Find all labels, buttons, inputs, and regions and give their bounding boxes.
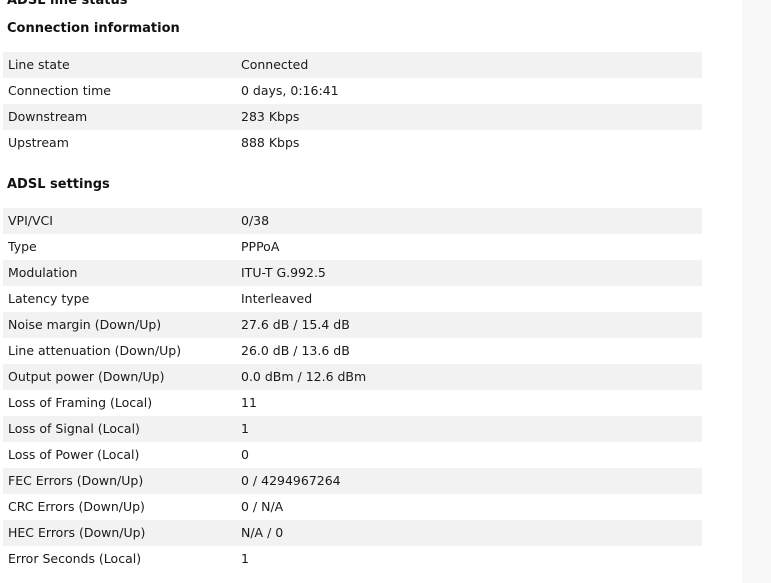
row-value: PPPoA bbox=[241, 234, 702, 260]
table-row: VPI/VCI 0/38 bbox=[3, 208, 702, 234]
table-row: Loss of Signal (Local) 1 bbox=[3, 416, 702, 442]
table-row: Noise margin (Down/Up) 27.6 dB / 15.4 dB bbox=[3, 312, 702, 338]
row-label: Noise margin (Down/Up) bbox=[3, 312, 241, 338]
status-panel: ADSL line status Connection information … bbox=[0, 0, 742, 583]
row-label: VPI/VCI bbox=[3, 208, 241, 234]
table-row: Upstream 888 Kbps bbox=[3, 130, 702, 156]
row-label: Error Seconds (Local) bbox=[3, 546, 241, 572]
table-row: Latency type Interleaved bbox=[3, 286, 702, 312]
row-value: 11 bbox=[241, 390, 702, 416]
row-value: 0/38 bbox=[241, 208, 702, 234]
row-value: ITU-T G.992.5 bbox=[241, 260, 702, 286]
row-value: 0 / N/A bbox=[241, 494, 702, 520]
section-heading-connection: Connection information bbox=[7, 21, 180, 36]
section-heading-adsl-settings: ADSL settings bbox=[7, 177, 110, 192]
row-value: 0.0 dBm / 12.6 dBm bbox=[241, 364, 702, 390]
table-row: Connection time 0 days, 0:16:41 bbox=[3, 78, 702, 104]
table-row: HEC Errors (Down/Up) N/A / 0 bbox=[3, 520, 702, 546]
connection-info-table: Line state Connected Connection time 0 d… bbox=[3, 52, 702, 156]
row-value: 26.0 dB / 13.6 dB bbox=[241, 338, 702, 364]
row-label: Upstream bbox=[3, 130, 241, 156]
table-row: Line state Connected bbox=[3, 52, 702, 78]
row-label: Downstream bbox=[3, 104, 241, 130]
row-label: CRC Errors (Down/Up) bbox=[3, 494, 241, 520]
row-label: Modulation bbox=[3, 260, 241, 286]
adsl-settings-table: VPI/VCI 0/38 Type PPPoA Modulation ITU-T… bbox=[3, 208, 702, 572]
row-label: Output power (Down/Up) bbox=[3, 364, 241, 390]
row-label: Loss of Power (Local) bbox=[3, 442, 241, 468]
table-row: Error Seconds (Local) 1 bbox=[3, 546, 702, 572]
row-value: 0 / 4294967264 bbox=[241, 468, 702, 494]
row-value: 0 bbox=[241, 442, 702, 468]
table-row: Loss of Framing (Local) 11 bbox=[3, 390, 702, 416]
row-label: HEC Errors (Down/Up) bbox=[3, 520, 241, 546]
page-title: ADSL line status bbox=[7, 0, 128, 8]
table-row: Type PPPoA bbox=[3, 234, 702, 260]
row-label: Line attenuation (Down/Up) bbox=[3, 338, 241, 364]
table-row: Line attenuation (Down/Up) 26.0 dB / 13.… bbox=[3, 338, 702, 364]
row-value: 1 bbox=[241, 416, 702, 442]
table-row: FEC Errors (Down/Up) 0 / 4294967264 bbox=[3, 468, 702, 494]
row-value: 1 bbox=[241, 546, 702, 572]
table-row: Output power (Down/Up) 0.0 dBm / 12.6 dB… bbox=[3, 364, 702, 390]
table-row: Downstream 283 Kbps bbox=[3, 104, 702, 130]
table-row: Loss of Power (Local) 0 bbox=[3, 442, 702, 468]
row-label: Line state bbox=[3, 52, 241, 78]
row-label: FEC Errors (Down/Up) bbox=[3, 468, 241, 494]
row-value: Connected bbox=[241, 52, 702, 78]
row-label: Connection time bbox=[3, 78, 241, 104]
page: ADSL line status Connection information … bbox=[0, 0, 771, 583]
row-value: N/A / 0 bbox=[241, 520, 702, 546]
row-label: Latency type bbox=[3, 286, 241, 312]
row-value: Interleaved bbox=[241, 286, 702, 312]
row-value: 0 days, 0:16:41 bbox=[241, 78, 702, 104]
row-value: 27.6 dB / 15.4 dB bbox=[241, 312, 702, 338]
table-row: Modulation ITU-T G.992.5 bbox=[3, 260, 702, 286]
row-label: Loss of Signal (Local) bbox=[3, 416, 241, 442]
row-label: Loss of Framing (Local) bbox=[3, 390, 241, 416]
row-value: 888 Kbps bbox=[241, 130, 702, 156]
row-value: 283 Kbps bbox=[241, 104, 702, 130]
row-label: Type bbox=[3, 234, 241, 260]
table-row: CRC Errors (Down/Up) 0 / N/A bbox=[3, 494, 702, 520]
